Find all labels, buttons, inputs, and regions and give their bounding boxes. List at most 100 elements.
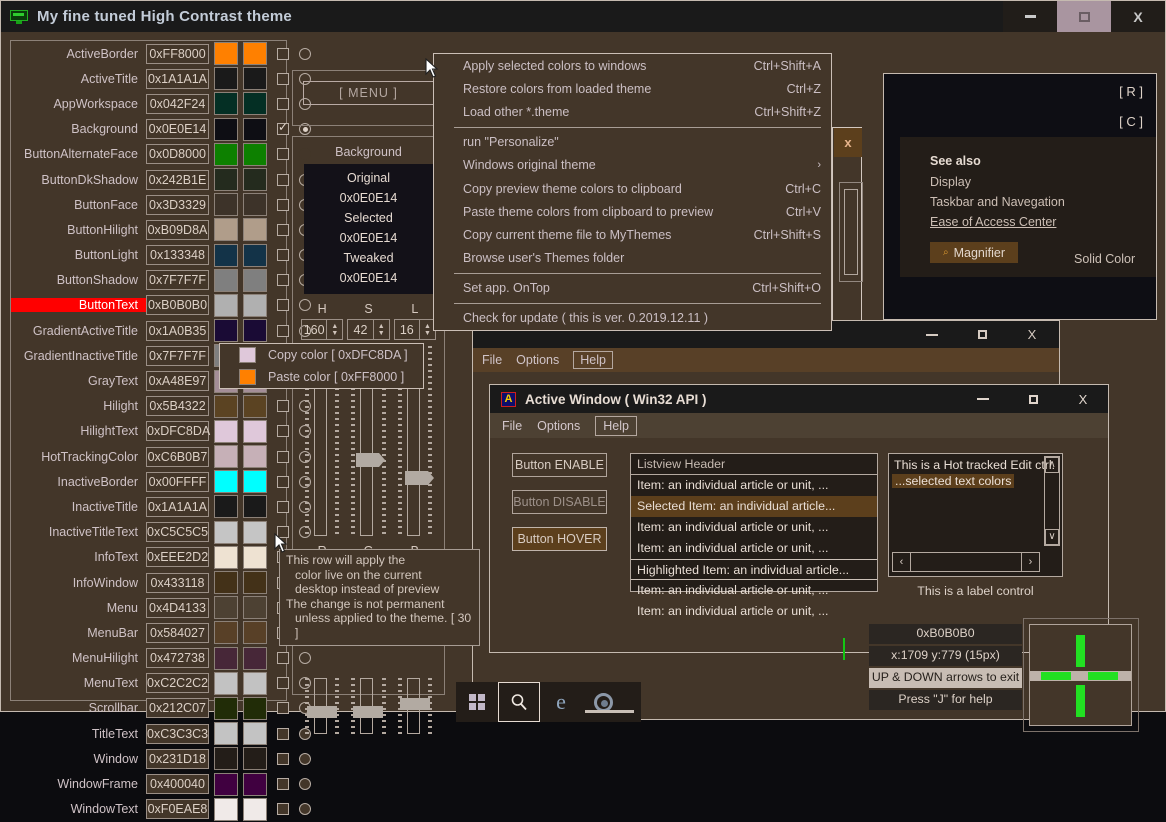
color-apply-checkbox[interactable] (277, 72, 289, 85)
color-swatch-tweaked[interactable] (243, 193, 267, 217)
color-select-radio[interactable] (299, 803, 311, 816)
hscroll-trough[interactable] (911, 553, 1021, 571)
color-apply-checkbox[interactable] (277, 652, 289, 665)
color-name-label[interactable]: MenuHilight (11, 651, 146, 665)
menu-item[interactable]: Paste theme colors from clipboard to pre… (434, 200, 831, 223)
color-hex-input[interactable]: 0x042F24 (146, 93, 209, 114)
color-name-label[interactable]: GradientInactiveTitle (11, 349, 146, 363)
color-swatch-tweaked[interactable] (243, 545, 267, 569)
color-row[interactable]: Menu 0x4D4133 (11, 595, 311, 620)
color-apply-checkbox[interactable] (277, 677, 289, 690)
color-hex-input[interactable]: 0xEEE2D2 (146, 547, 209, 568)
color-hex-input[interactable]: 0xF0EAE8 (146, 799, 209, 820)
menu-item[interactable]: Copy preview theme colors to clipboard Ct… (434, 177, 831, 200)
color-swatch-original[interactable] (214, 394, 238, 418)
color-swatch-original[interactable] (214, 696, 238, 720)
color-swatch-original[interactable] (214, 722, 238, 746)
listview-item[interactable]: Item: an individual article or unit, ... (631, 517, 877, 538)
color-row[interactable]: InactiveTitleText 0xC5C5C5 (11, 520, 311, 545)
preview-minimize-button[interactable] (907, 321, 957, 348)
color-name-label[interactable]: ActiveBorder (11, 47, 146, 61)
lightness-value[interactable]: 16 (393, 319, 420, 340)
color-swatch-original[interactable] (214, 319, 238, 343)
color-name-label[interactable]: HilightText (11, 424, 146, 438)
color-hex-input[interactable]: 0xC2C2C2 (146, 673, 209, 694)
color-swatch-tweaked[interactable] (243, 293, 267, 317)
color-row[interactable]: TitleText 0xC3C3C3 (11, 721, 311, 746)
color-row[interactable]: AppWorkspace 0x042F24 (11, 91, 311, 116)
hue-value[interactable]: 160 (301, 319, 328, 340)
color-swatch-tweaked[interactable] (243, 92, 267, 116)
color-swatch-original[interactable] (214, 671, 238, 695)
color-swatch-tweaked[interactable] (243, 243, 267, 267)
color-row[interactable]: MenuBar 0x584027 (11, 620, 311, 645)
context-menu-copy-color[interactable]: Copy color [ 0xDFC8DA ] (220, 344, 423, 366)
live-blue-slider[interactable] (394, 678, 436, 734)
color-name-label[interactable]: ActiveTitle (11, 72, 146, 86)
color-name-label[interactable]: GrayText (11, 374, 146, 388)
listview-item[interactable]: Selected Item: an individual article... (631, 496, 877, 517)
preview-restore-button[interactable] (957, 321, 1007, 348)
color-name-label[interactable]: WindowFrame (11, 777, 146, 791)
color-name-label[interactable]: AppWorkspace (11, 97, 146, 111)
color-swatch-original[interactable] (214, 117, 238, 141)
context-menu-paste-color[interactable]: Paste color [ 0xFF8000 ] (220, 366, 423, 388)
color-name-label[interactable]: Menu (11, 601, 146, 615)
listview[interactable]: Listview Header Item: an individual arti… (630, 453, 878, 618)
menu-item[interactable]: run "Personalize" (434, 131, 831, 154)
magnifier-button[interactable]: ⌕ Magnifier (930, 242, 1018, 263)
color-name-label[interactable]: Hilight (11, 399, 146, 413)
color-row[interactable]: ButtonHilight 0xB09D8A (11, 217, 311, 242)
button-enable[interactable]: Button ENABLE (512, 453, 607, 477)
scroll-left-arrow-icon[interactable]: ‹ (893, 553, 911, 571)
color-row[interactable]: MenuText 0xC2C2C2 (11, 671, 311, 696)
color-select-radio[interactable] (299, 47, 311, 60)
color-name-label[interactable]: Background (11, 122, 146, 136)
color-swatch-original[interactable] (214, 243, 238, 267)
color-name-label[interactable]: TitleText (11, 727, 146, 741)
color-swatch-original[interactable] (214, 545, 238, 569)
color-row[interactable]: ButtonDkShadow 0x242B1E (11, 167, 311, 192)
color-name-label[interactable]: HotTrackingColor (11, 450, 146, 464)
color-hex-input[interactable]: 0x133348 (146, 245, 209, 266)
color-swatch-original[interactable] (214, 268, 238, 292)
color-apply-checkbox[interactable] (277, 249, 289, 262)
active-window-menu-help[interactable]: Help (595, 415, 637, 436)
color-swatch-original[interactable] (214, 596, 238, 620)
color-row[interactable]: InfoText 0xEEE2D2 (11, 545, 311, 570)
color-row[interactable]: HilightText 0xDFC8DA (11, 419, 311, 444)
color-name-label[interactable]: ButtonDkShadow (11, 173, 146, 187)
color-hex-input[interactable]: 0xDFC8DA (146, 421, 210, 442)
color-swatch-original[interactable] (214, 571, 238, 595)
listview-header[interactable]: Listview Header (631, 454, 877, 475)
edit-control-text[interactable]: This is a Hot tracked Edit ctrl. (889, 454, 1062, 472)
color-name-label[interactable]: Window (11, 752, 146, 766)
color-hex-input[interactable]: 0x5B4322 (146, 396, 209, 417)
color-swatch-tweaked[interactable] (243, 42, 267, 66)
listview-item[interactable]: Item: an individual article or unit, ... (631, 538, 877, 559)
color-row[interactable]: ButtonAlternateFace 0x0D8000 (11, 142, 311, 167)
listview-item[interactable]: Item: an individual article or unit, ... (631, 475, 877, 496)
color-swatch-tweaked[interactable] (243, 419, 267, 443)
menu-item[interactable]: Set app. OnTop Ctrl+Shift+O (434, 277, 831, 300)
menu-item[interactable]: Apply selected colors to windows Ctrl+Shi… (434, 54, 831, 77)
color-apply-checkbox[interactable] (277, 702, 289, 715)
listview-item[interactable]: Item: an individual article or unit, ... (631, 601, 877, 622)
color-row[interactable]: Scrollbar 0x212C07 (11, 696, 311, 721)
color-swatch-tweaked[interactable] (243, 621, 267, 645)
color-swatch-tweaked[interactable] (243, 772, 267, 796)
menu-item[interactable]: Check for update ( this is ver. 0.2019.1… (434, 307, 831, 330)
start-button[interactable] (456, 682, 498, 722)
color-hex-input[interactable]: 0x242B1E (146, 169, 209, 190)
color-hex-input[interactable]: 0x00FFFF (146, 471, 209, 492)
menu-item[interactable]: Browse user's Themes folder (434, 247, 831, 270)
color-hex-input[interactable]: 0xB0B0B0 (146, 295, 209, 316)
color-apply-checkbox[interactable] (277, 803, 289, 816)
color-name-label[interactable]: MenuBar (11, 626, 146, 640)
color-swatch-original[interactable] (214, 293, 238, 317)
color-hex-input[interactable]: 0x1A1A1A (146, 68, 209, 89)
color-name-label[interactable]: ButtonText (11, 298, 146, 313)
menu-item[interactable]: Restore colors from loaded theme Ctrl+Z (434, 77, 831, 100)
color-apply-checkbox[interactable] (277, 475, 289, 488)
minimize-button[interactable] (1003, 1, 1057, 32)
